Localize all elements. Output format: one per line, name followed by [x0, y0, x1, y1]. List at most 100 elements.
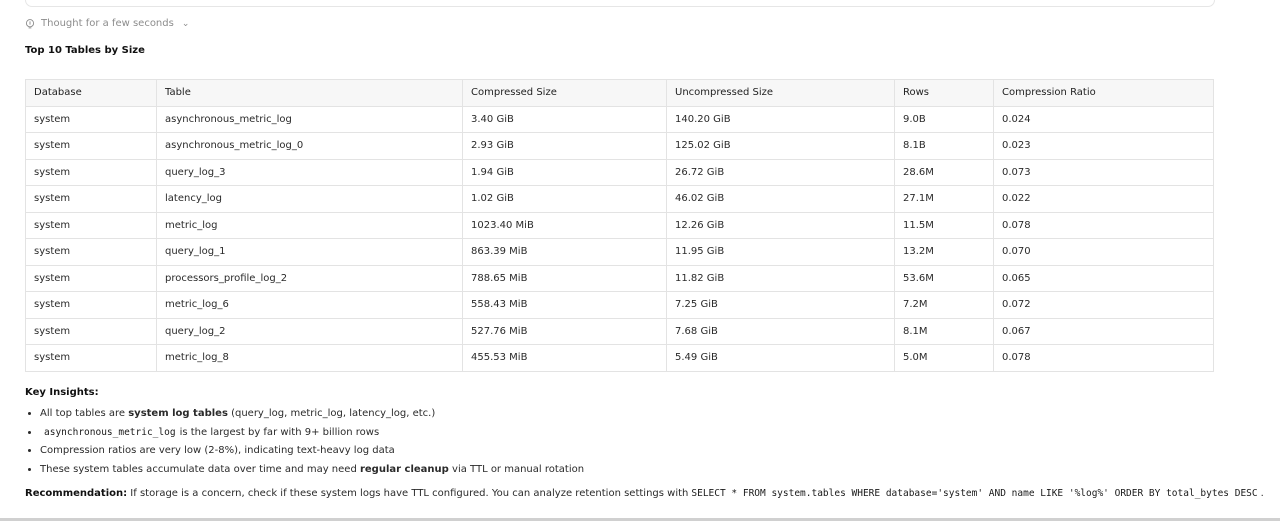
tables-by-size-table: Database Table Compressed Size Uncompres… — [25, 79, 1214, 372]
insight-text: Compression ratios are very low (2-8%), … — [40, 445, 395, 457]
cell-compression-ratio: 0.024 — [993, 105, 1214, 133]
cell-table: query_log_3 — [156, 158, 463, 186]
inline-code: SELECT * FROM system.tables WHERE databa… — [691, 488, 1258, 499]
cell-table: asynchronous_metric_log_0 — [156, 132, 463, 160]
cell-uncompressed-size: 5.49 GiB — [666, 344, 895, 372]
cell-table: query_log_2 — [156, 317, 463, 345]
section-title: Top 10 Tables by Size — [25, 45, 145, 56]
recommendation-end: . — [1260, 488, 1264, 499]
cell-database: system — [25, 105, 157, 133]
cell-database: system — [25, 211, 157, 239]
cell-compression-ratio: 0.070 — [993, 238, 1214, 266]
cell-database: system — [25, 185, 157, 213]
cell-compressed-size: 3.40 GiB — [462, 105, 667, 133]
thought-toggle[interactable]: Thought for a few seconds ⌄ — [25, 18, 189, 29]
table-row: system asynchronous_metric_log_0 2.93 Gi… — [25, 132, 1214, 160]
cell-table: metric_log — [156, 211, 463, 239]
insights-list: All top tables are system log tables (qu… — [25, 405, 584, 480]
cell-compressed-size: 788.65 MiB — [462, 264, 667, 292]
table-row: system query_log_1 863.39 MiB 11.95 GiB … — [25, 238, 1214, 266]
list-item: All top tables are system log tables (qu… — [40, 405, 584, 424]
cell-table: query_log_1 — [156, 238, 463, 266]
list-item: asynchronous_metric_logis the largest by… — [40, 424, 584, 443]
cell-compression-ratio: 0.065 — [993, 264, 1214, 292]
cell-table: latency_log — [156, 185, 463, 213]
cell-uncompressed-size: 11.82 GiB — [666, 264, 895, 292]
cell-compression-ratio: 0.022 — [993, 185, 1214, 213]
header-compressed-size: Compressed Size — [462, 79, 667, 107]
cell-uncompressed-size: 11.95 GiB — [666, 238, 895, 266]
cell-compression-ratio: 0.072 — [993, 291, 1214, 319]
cell-uncompressed-size: 46.02 GiB — [666, 185, 895, 213]
cell-rows: 53.6M — [894, 264, 994, 292]
header-table: Table — [156, 79, 463, 107]
insight-text: These system tables accumulate data over… — [40, 464, 360, 476]
cell-compressed-size: 1023.40 MiB — [462, 211, 667, 239]
cell-uncompressed-size: 140.20 GiB — [666, 105, 895, 133]
chevron-down-icon: ⌄ — [181, 18, 190, 29]
table-row: system metric_log_8 455.53 MiB 5.49 GiB … — [25, 344, 1214, 372]
cell-compressed-size: 1.94 GiB — [462, 158, 667, 186]
cell-rows: 28.6M — [894, 158, 994, 186]
lightbulb-icon — [25, 18, 35, 28]
table-row: system metric_log_6 558.43 MiB 7.25 GiB … — [25, 291, 1214, 319]
cell-compression-ratio: 0.023 — [993, 132, 1214, 160]
cell-rows: 11.5M — [894, 211, 994, 239]
cell-database: system — [25, 344, 157, 372]
cell-compression-ratio: 0.078 — [993, 211, 1214, 239]
chat-response: Thought for a few seconds ⌄ Top 10 Table… — [0, 0, 1280, 521]
header-database: Database — [25, 79, 157, 107]
cell-uncompressed-size: 12.26 GiB — [666, 211, 895, 239]
cell-uncompressed-size: 125.02 GiB — [666, 132, 895, 160]
recommendation: Recommendation: If storage is a concern,… — [25, 488, 1264, 499]
table-row: system query_log_2 527.76 MiB 7.68 GiB 8… — [25, 317, 1214, 345]
cell-compressed-size: 455.53 MiB — [462, 344, 667, 372]
cell-database: system — [25, 238, 157, 266]
cell-compressed-size: 1.02 GiB — [462, 185, 667, 213]
header-rows: Rows — [894, 79, 994, 107]
previous-message-card — [25, 0, 1215, 7]
list-item: Compression ratios are very low (2-8%), … — [40, 442, 584, 461]
cell-rows: 7.2M — [894, 291, 994, 319]
inline-code: asynchronous_metric_log — [44, 426, 176, 438]
cell-rows: 9.0B — [894, 105, 994, 133]
cell-compressed-size: 527.76 MiB — [462, 317, 667, 345]
cell-table: processors_profile_log_2 — [156, 264, 463, 292]
cell-compressed-size: 2.93 GiB — [462, 132, 667, 160]
cell-compression-ratio: 0.073 — [993, 158, 1214, 186]
cell-compressed-size: 863.39 MiB — [462, 238, 667, 266]
cell-uncompressed-size: 7.25 GiB — [666, 291, 895, 319]
recommendation-text: If storage is a concern, check if these … — [127, 488, 689, 499]
table-row: system metric_log 1023.40 MiB 12.26 GiB … — [25, 211, 1214, 239]
insight-text: (query_log, metric_log, latency_log, etc… — [227, 408, 436, 419]
cell-table: asynchronous_metric_log — [156, 105, 463, 133]
cell-database: system — [25, 158, 157, 186]
cell-compressed-size: 558.43 MiB — [462, 291, 667, 319]
insight-bold: system log tables — [128, 408, 228, 419]
thought-label: Thought for a few seconds — [41, 18, 174, 29]
cell-database: system — [25, 264, 157, 292]
cell-uncompressed-size: 26.72 GiB — [666, 158, 895, 186]
header-uncompressed-size: Uncompressed Size — [666, 79, 895, 107]
cell-database: system — [25, 291, 157, 319]
cell-rows: 5.0M — [894, 344, 994, 372]
table-row: system latency_log 1.02 GiB 46.02 GiB 27… — [25, 185, 1214, 213]
table-header-row: Database Table Compressed Size Uncompres… — [25, 79, 1214, 107]
cell-uncompressed-size: 7.68 GiB — [666, 317, 895, 345]
insight-bold: regular cleanup — [359, 464, 449, 476]
cell-rows: 8.1M — [894, 317, 994, 345]
cell-rows: 27.1M — [894, 185, 994, 213]
insight-text: via TTL or manual rotation — [448, 464, 585, 476]
cell-database: system — [25, 317, 157, 345]
cell-compression-ratio: 0.067 — [993, 317, 1214, 345]
cell-rows: 13.2M — [894, 238, 994, 266]
cell-rows: 8.1B — [894, 132, 994, 160]
header-compression-ratio: Compression Ratio — [993, 79, 1214, 107]
cell-table: metric_log_6 — [156, 291, 463, 319]
cell-database: system — [25, 132, 157, 160]
table-row: system query_log_3 1.94 GiB 26.72 GiB 28… — [25, 158, 1214, 186]
insight-text: is the largest by far with 9+ billion ro… — [179, 426, 380, 438]
recommendation-label: Recommendation: — [25, 488, 128, 499]
table-row: system asynchronous_metric_log 3.40 GiB … — [25, 105, 1214, 133]
insights-title: Key Insights: — [25, 387, 99, 398]
